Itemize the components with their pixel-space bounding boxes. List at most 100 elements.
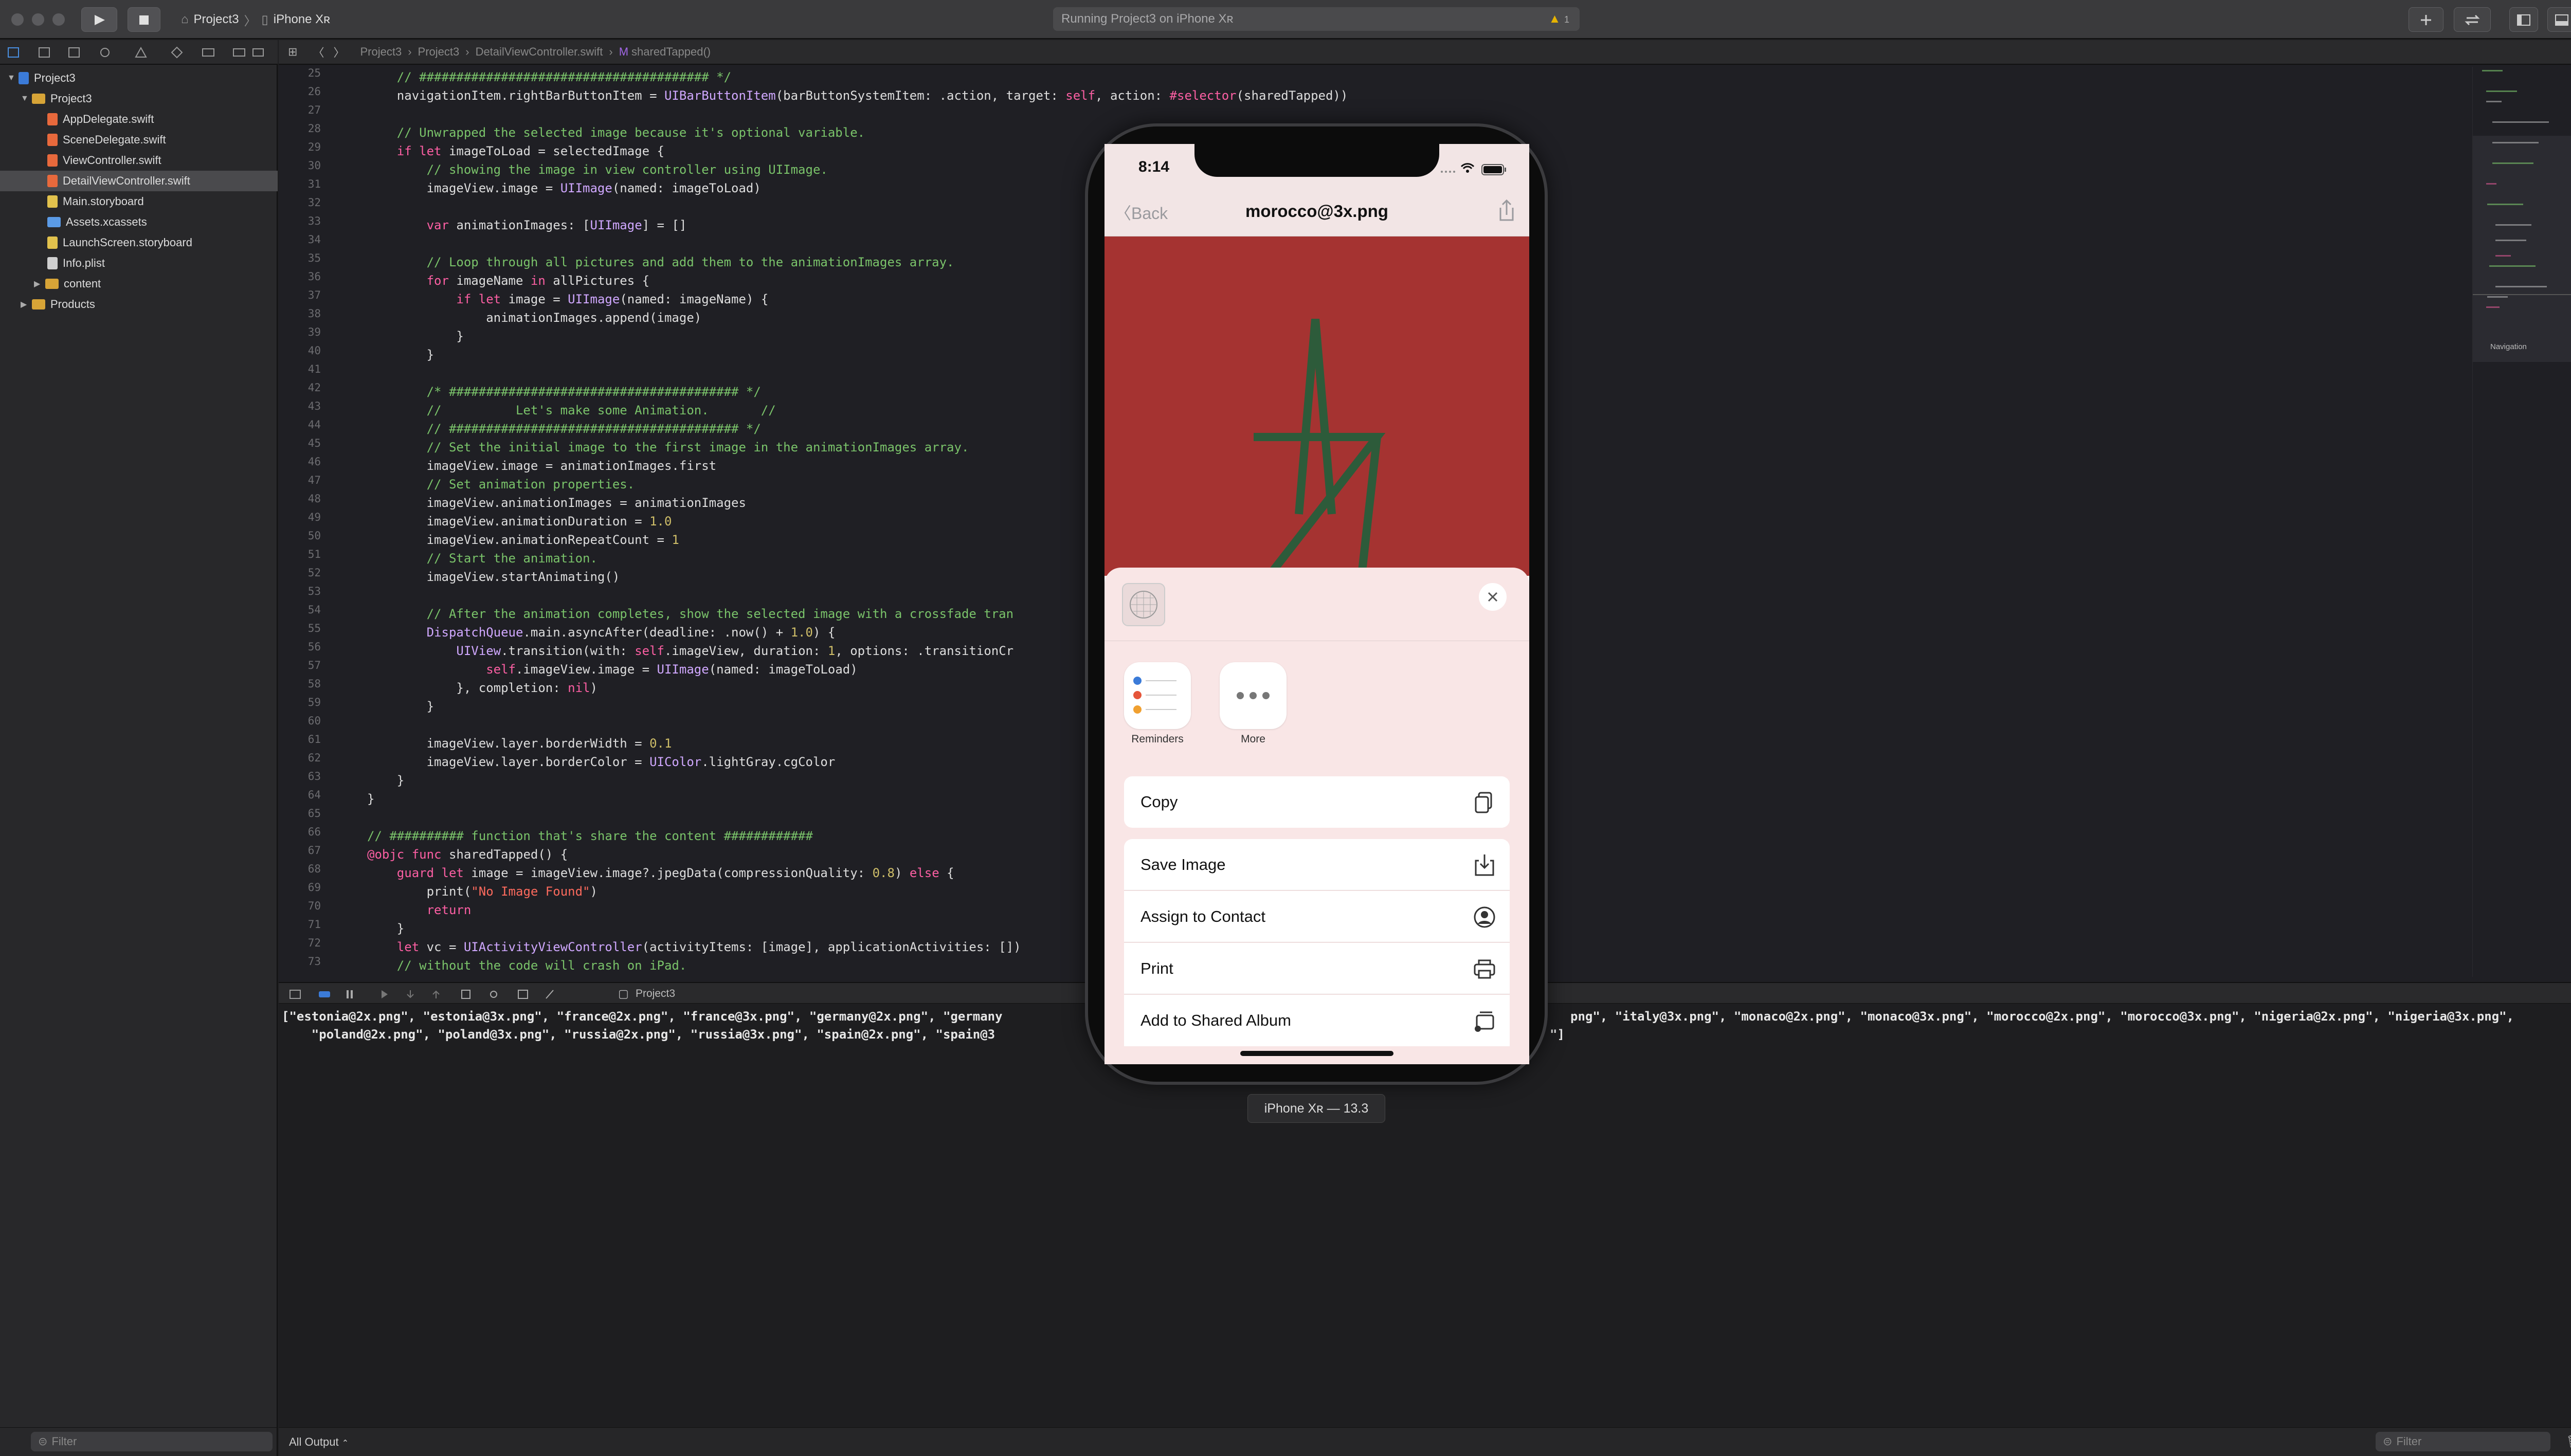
xcode-window: ⌂ Project3 〉 ▯ iPhone Xʀ Running Project… (0, 0, 2571, 1456)
storyboard-file-icon (47, 236, 58, 249)
ios-navigation-bar: 〈Back morocco@3x.png (1105, 187, 1529, 236)
line-number: 25 (307, 67, 321, 79)
scheme-device: iPhone Xʀ (273, 12, 331, 26)
minimap[interactable]: Navigation (2472, 67, 2571, 977)
line-number: 52 (307, 567, 321, 579)
disclosure-closed-icon[interactable]: ▶ (21, 299, 30, 310)
method-icon: M (619, 45, 629, 58)
navigator-tab-icons[interactable] (7, 46, 264, 60)
navigator-row-file[interactable]: Assets.xcassets (0, 212, 278, 232)
plus-icon (2421, 15, 2431, 25)
action-add-to-shared-album[interactable]: Add to Shared Album (1124, 995, 1510, 1046)
toggle-navigator-button[interactable] (2509, 7, 2538, 32)
line-number: 36 (307, 270, 321, 283)
minimap-code-preview (2482, 70, 2549, 308)
close-window-button[interactable] (11, 13, 24, 26)
code-review-button[interactable] (2454, 7, 2491, 32)
plist-file-icon (47, 257, 58, 269)
breadcrumb-group[interactable]: Project3 (418, 45, 460, 59)
folder-icon (32, 94, 45, 104)
code-line: for imageName in allPictures { (426, 274, 650, 288)
device-icon: ▯ (261, 12, 268, 27)
action-assign-to-contact[interactable]: Assign to Contact (1124, 891, 1510, 942)
debug-target[interactable]: Project3 (636, 988, 675, 1000)
reminders-label: Reminders (1131, 733, 1184, 745)
line-number: 45 (307, 437, 321, 449)
reminders-app-button[interactable] (1124, 662, 1191, 729)
related-items-icon[interactable]: ⊞ (288, 45, 297, 59)
navigator-row-file[interactable]: ViewController.swift (0, 150, 278, 171)
line-number: 48 (307, 493, 321, 505)
toggle-debug-area-button[interactable] (2547, 7, 2571, 32)
code-line: } (367, 921, 405, 936)
close-share-button[interactable] (1479, 583, 1507, 611)
more-apps-button[interactable] (1220, 662, 1287, 729)
back-arrow-icon[interactable]: 〈 (313, 44, 324, 60)
toolbar: ⌂ Project3 〉 ▯ iPhone Xʀ Running Project… (0, 0, 2571, 39)
home-indicator[interactable] (1240, 1051, 1393, 1056)
minimize-window-button[interactable] (32, 13, 44, 26)
asset-catalog-icon (47, 217, 61, 227)
code-line: imageView.animationImages = animationIma… (367, 496, 746, 510)
console-output-line-1-left: ["estonia@2x.png", "estonia@3x.png", "fr… (282, 1009, 1003, 1024)
forward-arrow-icon[interactable]: 〉 (333, 44, 345, 60)
line-number: 58 (307, 678, 321, 690)
warning-count: 1 (1564, 14, 1569, 25)
action-copy[interactable]: Copy (1124, 776, 1510, 828)
zoom-window-button[interactable] (52, 13, 65, 26)
project-navigator: ▼ Project3 ▼ Project3 AppDelegate.swift Sc… (0, 65, 278, 1427)
line-number: 70 (307, 900, 321, 912)
chevron-right-icon: › (465, 45, 469, 58)
navigator-label: AppDelegate.swift (63, 113, 154, 125)
debug-bar-icons[interactable] (289, 988, 598, 1000)
disclosure-open-icon[interactable]: ▼ (7, 74, 16, 83)
navigator-row-group[interactable]: ▼ Project3 (0, 88, 278, 109)
line-number: 57 (307, 659, 321, 671)
stop-button[interactable] (128, 7, 160, 32)
navigator-row-file-selected[interactable]: DetailViewController.swift (0, 171, 278, 191)
simulator-device-label: iPhone Xʀ — 13.3 (1247, 1094, 1385, 1123)
status-time: 8:14 (1138, 158, 1170, 175)
trash-icon[interactable]: 🗑 (2566, 1434, 2571, 1450)
line-number-gutter: 25 26 27 28 29 30 31 32 33 34 35 36 37 38 39 40 41 42 43 44… (279, 67, 330, 977)
code-line: // showing the image in view controller … (367, 162, 828, 177)
navigator-filter-field[interactable]: ⊜ Filter (31, 1432, 273, 1451)
line-number: 30 (307, 159, 321, 172)
line-number: 32 (307, 196, 321, 209)
navigator-row-file[interactable]: SceneDelegate.swift (0, 130, 278, 150)
minimap-divider (2473, 294, 2571, 295)
action-print[interactable]: Print (1124, 943, 1510, 994)
line-number: 59 (307, 696, 321, 708)
breadcrumb-project[interactable]: Project3 (360, 45, 402, 59)
code-line: imageView.startAnimating() (367, 570, 620, 584)
navigator-label: ViewController.swift (63, 154, 161, 167)
navigator-row-group[interactable]: ▶ content (0, 274, 278, 294)
line-number: 65 (307, 807, 321, 820)
breadcrumb-symbol[interactable]: sharedTapped() (631, 45, 711, 59)
action-save-image[interactable]: Save Image (1124, 839, 1510, 890)
run-button[interactable] (81, 7, 117, 32)
console-filter-field[interactable]: ⊜ Filter (2376, 1432, 2550, 1451)
navigator-row-file[interactable]: AppDelegate.swift (0, 109, 278, 130)
breadcrumb-file[interactable]: DetailViewController.swift (476, 45, 603, 59)
navigator-row-group[interactable]: ▶ Products (0, 294, 278, 315)
line-number: 66 (307, 826, 321, 838)
line-number: 50 (307, 530, 321, 542)
scheme-selector[interactable]: ⌂ Project3 〉 ▯ iPhone Xʀ (173, 8, 342, 31)
library-button[interactable] (2409, 7, 2443, 32)
navigator-row-file[interactable]: LaunchScreen.storyboard (0, 232, 278, 253)
navigator-row-file[interactable]: Main.storyboard (0, 191, 278, 212)
warning-icon[interactable]: ▲ 1 (1549, 12, 1569, 26)
debug-panel-icon (2555, 14, 2568, 26)
navigator-label: Assets.xcassets (66, 215, 147, 228)
disclosure-closed-icon[interactable]: ▶ (34, 279, 43, 289)
scheme-project: Project3 (193, 12, 239, 26)
output-selector[interactable]: All Output ⌃ (289, 1435, 349, 1449)
line-number: 68 (307, 863, 321, 875)
print-icon (1474, 959, 1495, 979)
share-icon[interactable] (1496, 198, 1517, 224)
navigator-row-file[interactable]: Info.plist (0, 253, 278, 274)
flag-pentagram (1254, 319, 1386, 576)
disclosure-open-icon[interactable]: ▼ (21, 94, 30, 103)
navigator-row-project[interactable]: ▼ Project3 (0, 68, 278, 88)
